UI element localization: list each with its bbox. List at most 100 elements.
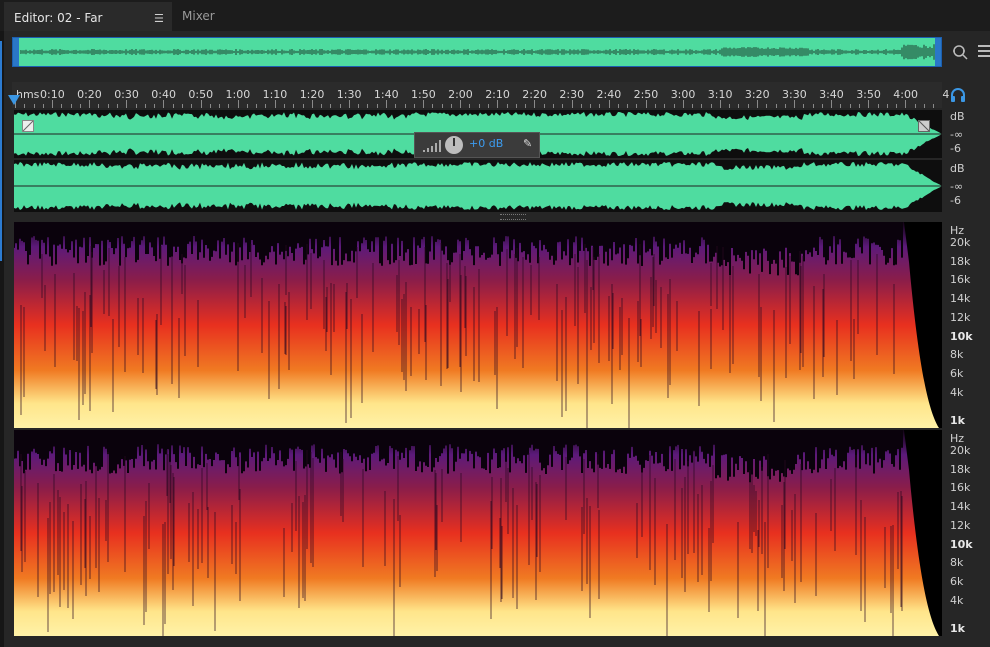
ruler-tick xyxy=(701,104,703,108)
ruler-tick xyxy=(896,104,898,108)
db-scale-left: dB -∞ -6 xyxy=(942,110,990,158)
db-scale-right: dB -∞ -6 xyxy=(942,160,990,212)
ruler-tick xyxy=(172,104,174,108)
ruler-tick xyxy=(219,104,221,108)
hz-scale-tick: 18k xyxy=(950,254,971,268)
ruler-tick xyxy=(682,100,684,108)
ruler-tick xyxy=(766,104,768,108)
ruler-tick xyxy=(552,104,554,108)
tab-mixer[interactable]: Mixer xyxy=(172,2,242,31)
volume-value: +0 dB xyxy=(469,137,504,150)
ruler-tick xyxy=(228,104,230,108)
ruler-tick xyxy=(812,104,814,108)
ruler-tick xyxy=(794,100,796,108)
ruler-tick xyxy=(293,104,295,108)
waveform-channel-right[interactable] xyxy=(14,160,942,212)
ruler-tick xyxy=(163,100,165,108)
tab-editor[interactable]: Editor: 02 - Far Away.mp3 ☰ xyxy=(4,2,172,54)
db-scale-unit: dB xyxy=(950,162,965,175)
ruler-tick xyxy=(478,104,480,108)
ruler-tick xyxy=(654,104,656,108)
ruler-tick xyxy=(673,104,675,108)
panel-menu-icon[interactable] xyxy=(978,44,990,58)
hz-scale-tick: 4k xyxy=(950,593,964,607)
ruler-tick xyxy=(599,104,601,108)
ruler-tick xyxy=(757,100,758,108)
ruler-tick xyxy=(321,104,323,108)
ruler-tick xyxy=(747,104,749,108)
waveform-trace-right xyxy=(14,162,942,210)
ruler-tick xyxy=(302,104,304,108)
overview-trace-path xyxy=(20,44,935,60)
hz-scale-tick: 8k xyxy=(950,556,964,570)
playhead-marker[interactable] xyxy=(8,95,20,105)
ruler-tick xyxy=(126,100,128,108)
fade-out-handle-icon[interactable] xyxy=(918,120,934,136)
ruler-tick xyxy=(738,104,740,108)
ruler-tick xyxy=(256,104,258,108)
ruler-tick xyxy=(367,104,369,108)
ruler-tick xyxy=(580,104,582,108)
hz-scale-right: Hz 20k 18k 16k 14k 12k 10k 8k 6k 4k 1k xyxy=(942,430,990,636)
pin-icon[interactable]: ✎ xyxy=(523,137,532,150)
ruler-tick xyxy=(135,104,137,108)
ruler-tick xyxy=(784,104,786,108)
ruler-tick xyxy=(543,104,545,108)
overview-handle-left[interactable] xyxy=(13,38,19,66)
hamburger-icon[interactable]: ☰ xyxy=(154,4,164,33)
ruler-tick xyxy=(117,104,119,108)
ruler-tick xyxy=(859,104,861,108)
ruler-tick xyxy=(868,100,870,108)
hz-scale-tick: 4k xyxy=(950,385,964,399)
ruler-tick xyxy=(608,100,610,108)
hz-scale-tick: 6k xyxy=(950,574,964,588)
ruler-tick xyxy=(488,104,490,108)
overview-waveform[interactable] xyxy=(12,37,942,67)
hz-scale-tick: 10k xyxy=(950,537,973,551)
ruler-tick xyxy=(154,104,156,108)
ruler-tick xyxy=(376,104,378,108)
ruler-tick xyxy=(432,104,434,108)
ruler-tick xyxy=(562,104,564,108)
ruler-tick xyxy=(200,100,202,108)
ruler-tick xyxy=(98,104,100,108)
headphones-icon[interactable] xyxy=(950,88,966,102)
tab-bar: Editor: 02 - Far Away.mp3 ☰ Mixer xyxy=(0,0,990,54)
spectrogram-right xyxy=(14,430,942,636)
resize-grip[interactable] xyxy=(500,214,526,220)
volume-knob-icon[interactable] xyxy=(445,136,463,154)
spectral-channel-right[interactable] xyxy=(14,430,942,636)
ruler-tick xyxy=(70,104,72,108)
ruler-tick xyxy=(348,100,350,108)
ruler-tick xyxy=(840,104,842,108)
ruler-tick xyxy=(617,104,619,108)
ruler-tick xyxy=(914,104,916,108)
hz-scale-tick: 8k xyxy=(950,348,964,362)
zoom-icon[interactable] xyxy=(952,44,968,60)
hz-scale-tick: 14k xyxy=(950,500,971,514)
ruler-tick xyxy=(710,104,712,108)
ruler-tick xyxy=(636,104,638,108)
ruler-tick xyxy=(33,104,35,108)
time-ruler[interactable]: hms 0:10 0:20 0:30 0:40 0:50 1:00 1:10 1:20 1:30… xyxy=(12,82,949,108)
hz-scale-tick: 1k xyxy=(950,622,965,635)
ruler-tick xyxy=(330,104,332,108)
ruler-tick xyxy=(460,100,462,108)
hz-scale-left: Hz 20k 18k 16k 14k 12k 10k 8k 6k 4k 1k xyxy=(942,222,990,428)
spectral-channel-left[interactable] xyxy=(14,222,942,428)
ruler-tick xyxy=(441,104,443,108)
fade-in-handle-icon[interactable] xyxy=(22,120,38,136)
db-scale-unit: dB xyxy=(950,110,965,123)
ruler-tick xyxy=(775,104,777,108)
volume-hud[interactable]: +0 dB ✎ xyxy=(414,132,540,158)
ruler-tick xyxy=(692,104,694,108)
ruler-tick xyxy=(877,104,879,108)
ruler-tick xyxy=(627,104,629,108)
ruler-tick xyxy=(107,104,109,108)
ruler-tick xyxy=(497,100,499,108)
ruler-tick xyxy=(821,104,823,108)
ruler-tick xyxy=(339,104,341,108)
hz-scale-tick: 18k xyxy=(950,462,971,476)
ruler-tick xyxy=(423,100,425,108)
ruler-tick xyxy=(209,104,211,108)
